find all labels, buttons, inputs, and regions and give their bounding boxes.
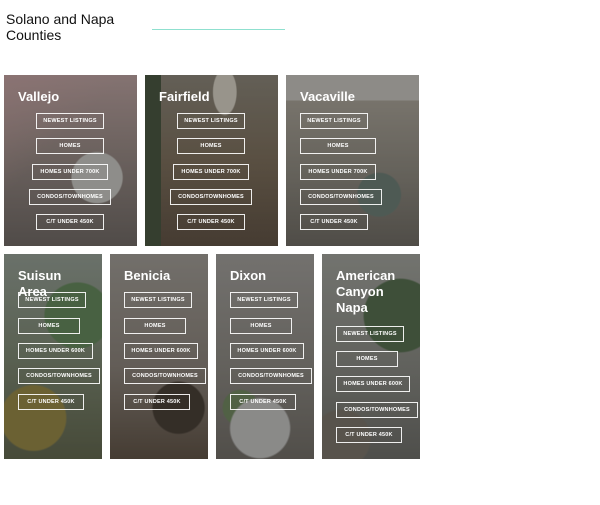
homes-under-price-button[interactable]: HOMES UNDER 700K: [32, 164, 108, 180]
ct-under-price-button[interactable]: C/T UNDER 450K: [336, 427, 402, 443]
newest-listings-button[interactable]: NEWEST LISTINGS: [18, 292, 86, 308]
homes-button[interactable]: HOMES: [336, 351, 398, 367]
homes-under-price-button[interactable]: HOMES UNDER 600K: [230, 343, 304, 359]
ct-under-price-button[interactable]: C/T UNDER 450K: [18, 394, 84, 410]
city-name: Vallejo: [18, 89, 60, 104]
newest-listings-button[interactable]: NEWEST LISTINGS: [177, 113, 245, 129]
city-card-fairfield[interactable]: Fairfield NEWEST LISTINGS HOMES HOMES UN…: [145, 75, 278, 246]
newest-listings-button[interactable]: NEWEST LISTINGS: [336, 326, 404, 342]
homes-under-price-button[interactable]: HOMES UNDER 600K: [18, 343, 93, 359]
ct-under-price-button[interactable]: C/T UNDER 450K: [177, 214, 245, 230]
city-name: Dixon: [230, 268, 267, 283]
homes-button[interactable]: HOMES: [300, 138, 376, 154]
homes-button[interactable]: HOMES: [36, 138, 104, 154]
ct-under-price-button[interactable]: C/T UNDER 450K: [124, 394, 190, 410]
city-card-vallejo[interactable]: Vallejo NEWEST LISTINGS HOMES HOMES UNDE…: [4, 75, 137, 246]
condos-townhomes-button[interactable]: CONDOS/TOWNHOMES: [170, 189, 252, 205]
city-card-benicia[interactable]: Benicia NEWEST LISTINGS HOMES HOMES UNDE…: [110, 254, 208, 459]
page-title: Solano and Napa Counties: [6, 11, 115, 43]
city-name: Vacaville: [300, 89, 355, 104]
condos-townhomes-button[interactable]: CONDOS/TOWNHOMES: [336, 402, 418, 418]
condos-townhomes-button[interactable]: CONDOS/TOWNHOMES: [124, 368, 206, 384]
condos-townhomes-button[interactable]: CONDOS/TOWNHOMES: [18, 368, 100, 384]
homes-button[interactable]: HOMES: [18, 318, 80, 334]
homes-button[interactable]: HOMES: [124, 318, 186, 334]
newest-listings-button[interactable]: NEWEST LISTINGS: [230, 292, 298, 308]
city-card-dixon[interactable]: Dixon NEWEST LISTINGS HOMES HOMES UNDER …: [216, 254, 314, 459]
city-name: American Canyon Napa: [336, 268, 396, 315]
homes-under-price-button[interactable]: HOMES UNDER 700K: [173, 164, 249, 180]
newest-listings-button[interactable]: NEWEST LISTINGS: [300, 113, 368, 129]
homes-under-price-button[interactable]: HOMES UNDER 600K: [336, 376, 410, 392]
ct-under-price-button[interactable]: C/T UNDER 450K: [36, 214, 104, 230]
ct-under-price-button[interactable]: C/T UNDER 450K: [230, 394, 296, 410]
newest-listings-button[interactable]: NEWEST LISTINGS: [124, 292, 192, 308]
homes-under-price-button[interactable]: HOMES UNDER 700K: [300, 164, 376, 180]
homes-under-price-button[interactable]: HOMES UNDER 600K: [124, 343, 198, 359]
homes-button[interactable]: HOMES: [177, 138, 245, 154]
title-divider: [152, 29, 285, 30]
condos-townhomes-button[interactable]: CONDOS/TOWNHOMES: [230, 368, 312, 384]
city-name: Benicia: [124, 268, 171, 283]
condos-townhomes-button[interactable]: CONDOS/TOWNHOMES: [29, 189, 111, 205]
newest-listings-button[interactable]: NEWEST LISTINGS: [36, 113, 104, 129]
city-card-american-canyon-napa[interactable]: American Canyon Napa NEWEST LISTINGS HOM…: [322, 254, 420, 459]
homes-button[interactable]: HOMES: [230, 318, 292, 334]
condos-townhomes-button[interactable]: CONDOS/TOWNHOMES: [300, 189, 382, 205]
city-card-suisun[interactable]: Suisun Area NEWEST LISTINGS HOMES HOMES …: [4, 254, 102, 459]
city-card-vacaville[interactable]: Vacaville NEWEST LISTINGS HOMES HOMES UN…: [286, 75, 419, 246]
ct-under-price-button[interactable]: C/T UNDER 450K: [300, 214, 368, 230]
city-name: Fairfield: [159, 89, 210, 104]
